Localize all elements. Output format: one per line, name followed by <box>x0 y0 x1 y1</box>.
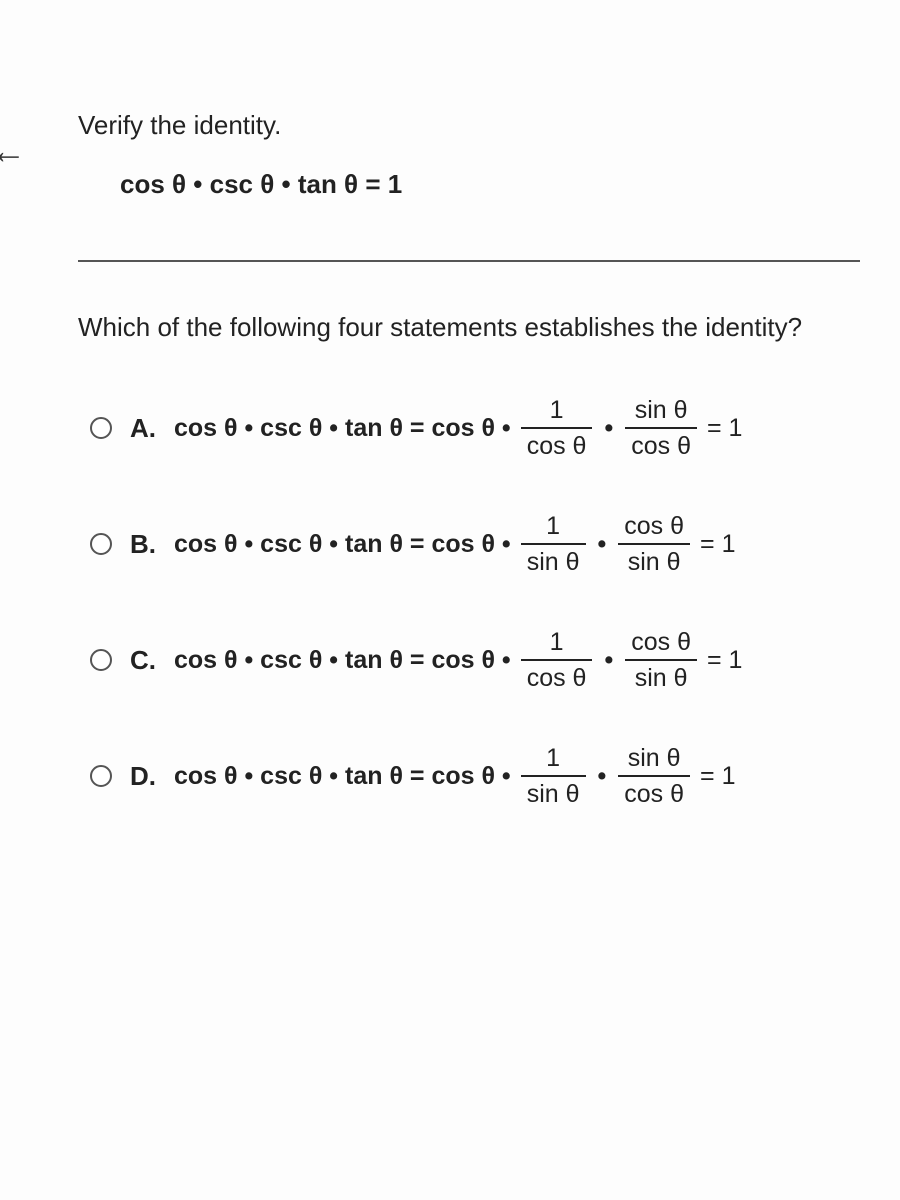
option-letter: C. <box>130 645 156 676</box>
expr-lhs: cos θ • csc θ • tan θ = cos θ • <box>174 416 511 441</box>
expr-lhs: cos θ • csc θ • tan θ = cos θ • <box>174 532 511 557</box>
frac-den: cos θ <box>618 777 690 811</box>
frac-num: cos θ <box>625 625 697 659</box>
option-expression: cos θ • csc θ • tan θ = cos θ • 1 sin θ … <box>174 509 735 579</box>
option-expression: cos θ • csc θ • tan θ = cos θ • 1 cos θ … <box>174 393 742 463</box>
option-d[interactable]: D. cos θ • csc θ • tan θ = cos θ • 1 sin… <box>90 741 860 811</box>
option-expression: cos θ • csc θ • tan θ = cos θ • 1 sin θ … <box>174 741 735 811</box>
dot-icon: • <box>596 532 609 557</box>
fraction-2: cos θ sin θ <box>618 509 690 579</box>
radio-b[interactable] <box>90 533 112 555</box>
frac-num: cos θ <box>618 509 690 543</box>
options-list: A. cos θ • csc θ • tan θ = cos θ • 1 cos… <box>78 393 860 811</box>
frac-den: sin θ <box>521 777 586 811</box>
expr-rhs: = 1 <box>700 764 735 789</box>
frac-num: 1 <box>540 509 566 543</box>
option-expression: cos θ • csc θ • tan θ = cos θ • 1 cos θ … <box>174 625 742 695</box>
dot-icon: • <box>602 648 615 673</box>
radio-c[interactable] <box>90 649 112 671</box>
expr-rhs: = 1 <box>700 532 735 557</box>
radio-d[interactable] <box>90 765 112 787</box>
page-content: Verify the identity. cos θ • csc θ • tan… <box>0 0 900 851</box>
prompt-text: Verify the identity. <box>78 110 860 141</box>
frac-num: 1 <box>544 393 570 427</box>
expr-rhs: = 1 <box>707 416 742 441</box>
dot-icon: • <box>602 416 615 441</box>
fraction-2: sin θ cos θ <box>618 741 690 811</box>
expr-lhs: cos θ • csc θ • tan θ = cos θ • <box>174 648 511 673</box>
fraction-1: 1 sin θ <box>521 509 586 579</box>
fraction-2: sin θ cos θ <box>625 393 697 463</box>
option-c[interactable]: C. cos θ • csc θ • tan θ = cos θ • 1 cos… <box>90 625 860 695</box>
radio-a[interactable] <box>90 417 112 439</box>
fraction-1: 1 cos θ <box>521 393 593 463</box>
expr-rhs: = 1 <box>707 648 742 673</box>
option-a[interactable]: A. cos θ • csc θ • tan θ = cos θ • 1 cos… <box>90 393 860 463</box>
back-arrow-icon[interactable]: ← <box>0 130 26 172</box>
option-letter: D. <box>130 761 156 792</box>
section-divider <box>78 260 860 262</box>
frac-den: cos θ <box>521 429 593 463</box>
frac-den: sin θ <box>622 545 687 579</box>
frac-den: sin θ <box>521 545 586 579</box>
fraction-1: 1 sin θ <box>521 741 586 811</box>
frac-num: sin θ <box>629 393 694 427</box>
frac-den: sin θ <box>629 661 694 695</box>
fraction-2: cos θ sin θ <box>625 625 697 695</box>
dot-icon: • <box>596 764 609 789</box>
frac-num: 1 <box>540 741 566 775</box>
question-text: Which of the following four statements e… <box>78 312 860 343</box>
identity-equation: cos θ • csc θ • tan θ = 1 <box>78 169 860 200</box>
expr-lhs: cos θ • csc θ • tan θ = cos θ • <box>174 764 511 789</box>
fraction-1: 1 cos θ <box>521 625 593 695</box>
option-b[interactable]: B. cos θ • csc θ • tan θ = cos θ • 1 sin… <box>90 509 860 579</box>
frac-den: cos θ <box>625 429 697 463</box>
option-letter: A. <box>130 413 156 444</box>
option-letter: B. <box>130 529 156 560</box>
frac-num: sin θ <box>622 741 687 775</box>
frac-num: 1 <box>544 625 570 659</box>
frac-den: cos θ <box>521 661 593 695</box>
